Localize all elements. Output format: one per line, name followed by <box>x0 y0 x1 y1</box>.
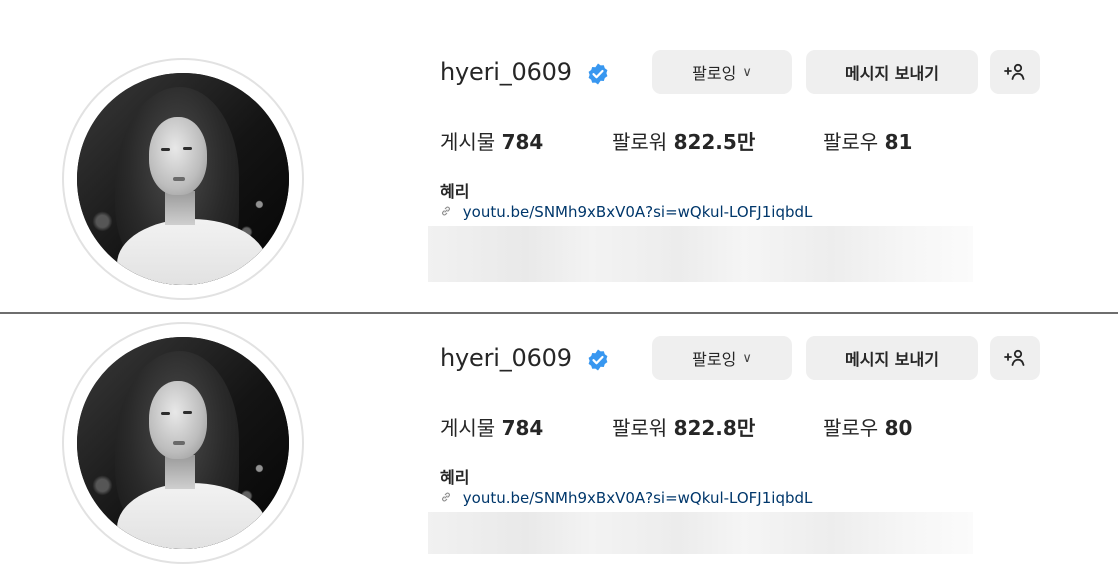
following-button-label: 팔로잉 <box>692 350 737 369</box>
profile-avatar <box>77 73 289 285</box>
posts-count: 784 <box>501 130 544 154</box>
profile-info: hyeri_0609 팔로잉 ∨ 메시지 보내기 게시물 784 팔로워 822… <box>428 314 1080 574</box>
posts-label: 게시물 <box>440 130 496 154</box>
posts-count: 784 <box>501 416 544 440</box>
username: hyeri_0609 <box>440 58 572 86</box>
verified-badge-icon <box>588 63 608 85</box>
profile-actions-row: hyeri_0609 팔로잉 ∨ 메시지 보내기 <box>440 50 1080 98</box>
verified-badge-icon <box>588 349 608 371</box>
followers-count: 822.8만 <box>673 416 756 440</box>
profile-header-before: hyeri_0609 팔로잉 ∨ 메시지 보내기 게시물 784 팔로워 822… <box>0 28 1118 300</box>
followers-count: 822.5만 <box>673 130 756 154</box>
blurred-bio-area <box>428 226 973 282</box>
add-person-icon <box>1004 63 1025 80</box>
following-stat[interactable]: 팔로우 80 <box>823 412 912 441</box>
following-stat[interactable]: 팔로우 81 <box>823 126 912 155</box>
profile-stats: 게시물 784 팔로워 822.8만 팔로우 80 <box>440 412 1080 442</box>
following-button[interactable]: 팔로잉 ∨ <box>652 50 792 94</box>
bio-link[interactable]: youtu.be/SNMh9xBxV0A?si=wQkul-LOFJ1iqbdL <box>440 203 812 221</box>
username: hyeri_0609 <box>440 344 572 372</box>
blurred-bio-area <box>428 512 973 554</box>
profile-stats: 게시물 784 팔로워 822.5만 팔로우 81 <box>440 126 1080 156</box>
following-count: 81 <box>884 130 913 154</box>
following-label: 팔로우 <box>823 416 879 440</box>
posts-stat[interactable]: 게시물 784 <box>440 126 543 155</box>
following-button[interactable]: 팔로잉 ∨ <box>652 336 792 380</box>
chevron-down-icon: ∨ <box>742 350 752 366</box>
following-label: 팔로우 <box>823 130 879 154</box>
bio-link-text: youtu.be/SNMh9xBxV0A?si=wQkul-LOFJ1iqbdL <box>462 489 813 507</box>
posts-label: 게시물 <box>440 416 496 440</box>
profile-header-after: hyeri_0609 팔로잉 ∨ 메시지 보내기 게시물 784 팔로워 822… <box>0 318 1118 578</box>
add-person-button[interactable] <box>990 50 1040 94</box>
bio-link-text: youtu.be/SNMh9xBxV0A?si=wQkul-LOFJ1iqbdL <box>462 203 813 221</box>
profile-info: hyeri_0609 팔로잉 ∨ 메시지 보내기 게시물 784 팔로워 822… <box>428 28 1080 288</box>
bio-link[interactable]: youtu.be/SNMh9xBxV0A?si=wQkul-LOFJ1iqbdL <box>440 489 812 507</box>
display-name: 혜리 <box>440 182 470 201</box>
send-message-button[interactable]: 메시지 보내기 <box>806 50 978 94</box>
following-count: 80 <box>884 416 913 440</box>
profile-avatar-ring[interactable] <box>62 322 304 564</box>
link-chain-icon <box>440 203 457 221</box>
link-chain-icon <box>440 489 457 507</box>
profile-avatar-ring[interactable] <box>62 58 304 300</box>
profile-actions-row: hyeri_0609 팔로잉 ∨ 메시지 보내기 <box>440 336 1080 384</box>
display-name: 혜리 <box>440 468 470 487</box>
followers-stat[interactable]: 팔로워 822.5만 <box>612 126 755 155</box>
chevron-down-icon: ∨ <box>742 64 752 80</box>
followers-label: 팔로워 <box>612 416 668 440</box>
profile-avatar <box>77 337 289 549</box>
following-button-label: 팔로잉 <box>692 64 737 83</box>
followers-stat[interactable]: 팔로워 822.8만 <box>612 412 755 441</box>
add-person-icon <box>1004 349 1025 366</box>
add-person-button[interactable] <box>990 336 1040 380</box>
send-message-button[interactable]: 메시지 보내기 <box>806 336 978 380</box>
followers-label: 팔로워 <box>612 130 668 154</box>
posts-stat[interactable]: 게시물 784 <box>440 412 543 441</box>
